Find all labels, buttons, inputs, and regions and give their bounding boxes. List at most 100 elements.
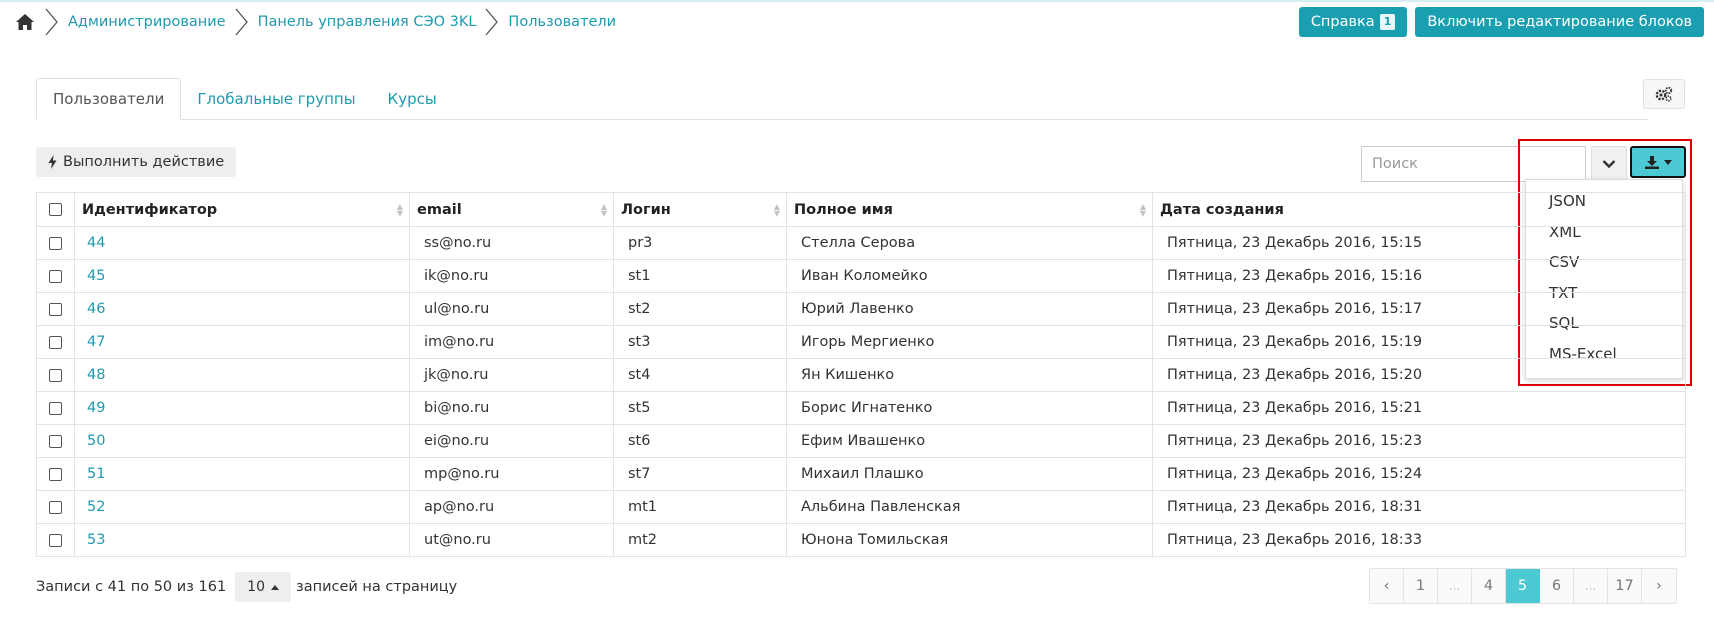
cell-created: Пятница, 23 Декабрь 2016, 18:33 [1152, 523, 1686, 557]
cell-fullname: Альбина Павленская [786, 490, 1153, 524]
execute-action-label: Выполнить действие [63, 154, 225, 170]
cell-login: st3 [613, 325, 787, 359]
table-header-row: Идентификатор ▲ ▼ email ▲ ▼ Логин ▲ ▼ Полное и… [36, 192, 1686, 227]
sort-icon: ▲ ▼ [1139, 201, 1146, 218]
pagination-page[interactable]: 1 [1404, 569, 1438, 603]
help-button-label: Справка [1310, 14, 1375, 30]
cell-created: Пятница, 23 Декабрь 2016, 15:16 [1152, 259, 1686, 293]
user-id-link[interactable]: 51 [87, 466, 105, 482]
tab-courses[interactable]: Курсы [372, 78, 453, 119]
row-checkbox[interactable] [49, 236, 62, 250]
pagination-ellipsis: ... [1574, 569, 1608, 603]
row-checkbox[interactable] [49, 302, 62, 316]
column-header-label: Полное имя [794, 201, 893, 218]
user-id-link[interactable]: 45 [87, 268, 105, 284]
breadcrumb: Администрирование Панель управления СЭО … [14, 8, 616, 36]
tab-global-groups[interactable]: Глобальные группы [181, 78, 371, 119]
column-header-created[interactable]: Дата создания [1152, 192, 1686, 227]
table-row: 52 ap@no.ru mt1 Альбина Павленская Пятница, … [36, 490, 1686, 524]
pagination-page[interactable]: 4 [1472, 569, 1506, 603]
cell-id: 45 [74, 259, 410, 293]
row-checkbox[interactable] [49, 467, 62, 481]
breadcrumb-item-panel[interactable]: Панель управления СЭО 3KL [258, 14, 477, 30]
select-all-cell [36, 192, 75, 227]
caret-up-icon [271, 584, 279, 590]
cell-fullname: Игорь Мергиенко [786, 325, 1153, 359]
breadcrumb-item-users[interactable]: Пользователи [508, 14, 616, 30]
user-id-link[interactable]: 53 [87, 532, 105, 548]
column-header-fullname[interactable]: Полное имя ▲ ▼ [786, 192, 1153, 227]
column-header-login[interactable]: Логин ▲ ▼ [613, 192, 787, 227]
user-id-link[interactable]: 44 [87, 235, 105, 251]
row-checkbox[interactable] [49, 533, 62, 547]
table-row: 47 im@no.ru st3 Игорь Мергиенко Пятница, 23 … [36, 325, 1686, 359]
breadcrumb-chevron-icon [485, 8, 499, 36]
per-page-suffix: записей на страницу [296, 579, 458, 595]
table-row: 53 ut@no.ru mt2 Юнона Томильская Пятница, 23… [36, 523, 1686, 557]
row-checkbox[interactable] [49, 269, 62, 283]
cell-id: 51 [74, 457, 410, 491]
users-table-container: Идентификатор ▲ ▼ email ▲ ▼ Логин ▲ ▼ Полное и… [36, 192, 1686, 557]
cell-email: ik@no.ru [409, 259, 614, 293]
select-all-checkbox[interactable] [49, 203, 62, 216]
table-row: 49 bi@no.ru st5 Борис Игнатенко Пятница, 23 … [36, 391, 1686, 425]
column-header-label: Идентификатор [82, 201, 218, 218]
cell-login: st1 [613, 259, 787, 293]
pagination-page[interactable]: 17 [1608, 569, 1642, 603]
caret-down-icon [1663, 159, 1672, 165]
help-button[interactable]: Справка 1 [1298, 7, 1408, 37]
cell-fullname: Иван Коломейко [786, 259, 1153, 293]
row-checkbox[interactable] [49, 434, 62, 448]
settings-button[interactable] [1643, 79, 1685, 109]
home-icon[interactable] [14, 11, 36, 33]
cell-created: Пятница, 23 Декабрь 2016, 15:15 [1152, 226, 1686, 260]
user-id-link[interactable]: 49 [87, 400, 105, 416]
row-checkbox[interactable] [49, 401, 62, 415]
column-header-label: Логин [621, 201, 671, 218]
pagination-page[interactable]: 6 [1540, 569, 1574, 603]
users-table: Идентификатор ▲ ▼ email ▲ ▼ Логин ▲ ▼ Полное и… [36, 192, 1686, 557]
table-body: 44 ss@no.ru pr3 Стелла Серова Пятница, 23 Де… [36, 226, 1686, 557]
row-select-cell [36, 391, 75, 425]
column-header-id[interactable]: Идентификатор ▲ ▼ [74, 192, 410, 227]
cell-fullname: Юнона Томильская [786, 523, 1153, 557]
user-id-link[interactable]: 48 [87, 367, 105, 383]
cell-created: Пятница, 23 Декабрь 2016, 15:23 [1152, 424, 1686, 458]
cell-fullname: Юрий Лавенко [786, 292, 1153, 326]
execute-action-button[interactable]: Выполнить действие [36, 147, 237, 177]
table-row: 48 jk@no.ru st4 Ян Кишенко Пятница, 23 Декаб… [36, 358, 1686, 392]
pagination-next[interactable]: › [1642, 569, 1676, 603]
cell-id: 49 [74, 391, 410, 425]
gears-icon [1655, 86, 1673, 102]
cell-fullname: Ян Кишенко [786, 358, 1153, 392]
pagination-page-active[interactable]: 5 [1506, 569, 1540, 603]
chevron-down-icon [1602, 160, 1616, 169]
row-select-cell [36, 259, 75, 293]
row-checkbox[interactable] [49, 500, 62, 514]
cell-id: 53 [74, 523, 410, 557]
cell-id: 52 [74, 490, 410, 524]
cell-login: st7 [613, 457, 787, 491]
cell-login: pr3 [613, 226, 787, 260]
row-select-cell [36, 457, 75, 491]
row-select-cell [36, 358, 75, 392]
row-checkbox[interactable] [49, 335, 62, 349]
per-page-select[interactable]: 10 [235, 572, 291, 602]
tab-users[interactable]: Пользователи [36, 78, 182, 120]
user-id-link[interactable]: 47 [87, 334, 105, 350]
breadcrumb-item-admin[interactable]: Администрирование [68, 14, 226, 30]
user-id-link[interactable]: 46 [87, 301, 105, 317]
tab-bar: Пользователи Глобальные группы Курсы [36, 78, 1648, 120]
pagination-prev[interactable]: ‹ [1370, 569, 1404, 603]
user-id-link[interactable]: 50 [87, 433, 105, 449]
edit-blocks-button[interactable]: Включить редактирование блоков [1415, 7, 1704, 37]
export-button[interactable] [1630, 146, 1686, 178]
table-row: 51 mp@no.ru st7 Михаил Плашко Пятница, 23 Де… [36, 457, 1686, 491]
row-checkbox[interactable] [49, 368, 62, 382]
breadcrumb-chevron-icon [235, 8, 248, 36]
records-info: Записи с 41 по 50 из 161 10 записей на с… [36, 572, 457, 602]
search-input[interactable] [1361, 146, 1586, 182]
search-options-button[interactable] [1591, 146, 1627, 182]
column-header-email[interactable]: email ▲ ▼ [409, 192, 614, 227]
user-id-link[interactable]: 52 [87, 499, 105, 515]
